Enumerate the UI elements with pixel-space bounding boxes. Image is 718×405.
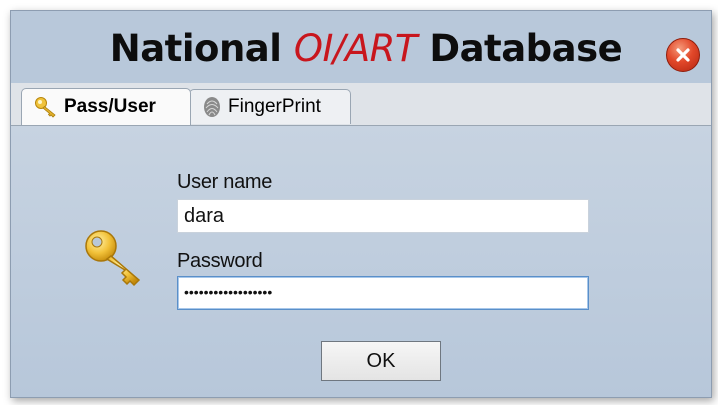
title-prefix: National <box>109 27 294 70</box>
fingerprint-icon <box>202 96 222 118</box>
password-input[interactable]: •••••••••••••••••• <box>177 276 589 310</box>
title-bar: National OI/ART Database <box>11 11 711 83</box>
login-window: National OI/ART Database Pass/User Finge… <box>10 10 712 398</box>
key-icon <box>34 96 58 118</box>
app-title: National OI/ART Database <box>71 27 661 70</box>
tab-strip: Pass/User FingerPrint <box>11 83 711 126</box>
password-label: Password <box>177 250 263 272</box>
login-panel: User name dara Password ••••••••••••••••… <box>11 126 711 397</box>
password-value: •••••••••••••••••• <box>184 284 273 300</box>
tab-pass-user-label: Pass/User <box>64 96 156 117</box>
ok-button[interactable]: OK <box>321 341 441 381</box>
key-icon <box>81 226 145 295</box>
close-button[interactable] <box>666 38 700 72</box>
tab-pass-user[interactable]: Pass/User <box>21 88 191 125</box>
title-accent: OI/ART <box>293 27 418 70</box>
close-icon <box>676 48 690 62</box>
tab-fingerprint[interactable]: FingerPrint <box>189 89 351 124</box>
username-label: User name <box>177 171 273 193</box>
title-suffix: Database <box>416 27 623 70</box>
tab-fingerprint-label: FingerPrint <box>228 96 321 117</box>
username-input[interactable]: dara <box>177 199 589 233</box>
